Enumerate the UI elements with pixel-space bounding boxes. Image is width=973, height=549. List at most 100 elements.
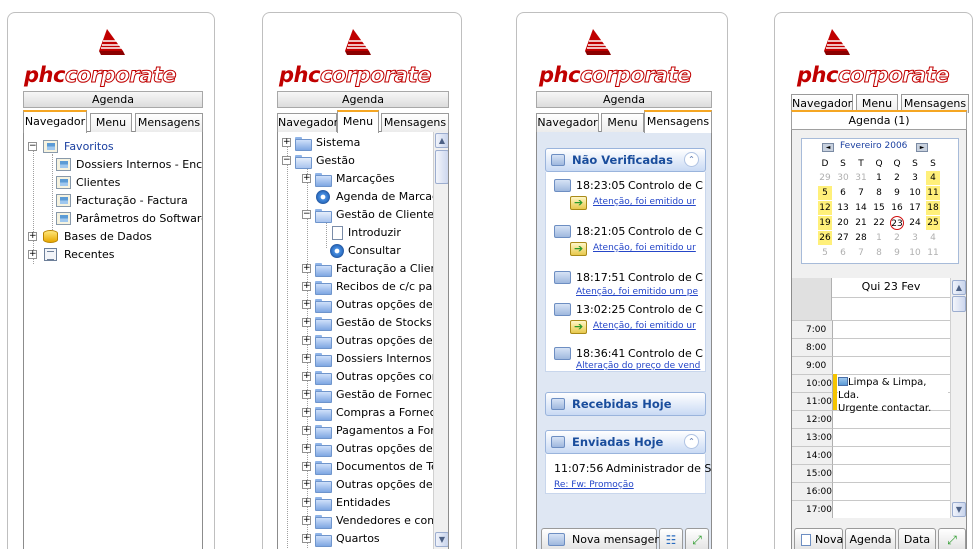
message-link[interactable]: Atenção, foi emitido ur bbox=[593, 197, 696, 207]
expand-icon[interactable]: + bbox=[302, 264, 311, 273]
calendar-day[interactable]: 16 bbox=[890, 201, 904, 215]
calendar-day[interactable]: 5 bbox=[818, 186, 832, 200]
expand-icon[interactable]: + bbox=[302, 480, 311, 489]
hour-slot[interactable] bbox=[832, 320, 950, 338]
tab-mensagens[interactable]: Mensagens bbox=[135, 113, 203, 132]
message-item[interactable]: 18:36:41 Controlo de C Alteração do preç… bbox=[546, 340, 705, 372]
tab-navegador[interactable]: Navegador bbox=[277, 113, 338, 132]
agenda-event[interactable]: Limpa & Limpa, Lda. Urgente contactar. bbox=[838, 376, 948, 414]
nova-mensagem-button[interactable]: Nova mensagem bbox=[541, 528, 665, 549]
expand-icon[interactable]: + bbox=[302, 462, 311, 471]
calendar-day[interactable]: 3 bbox=[908, 231, 922, 245]
vertical-scrollbar[interactable]: ▲ ▼ bbox=[950, 278, 966, 518]
expand-icon[interactable]: + bbox=[302, 300, 311, 309]
collapse-icon[interactable]: − bbox=[28, 142, 37, 151]
tab-mensagens[interactable]: Mensagens bbox=[644, 110, 712, 133]
calendar-day[interactable]: 7 bbox=[854, 186, 868, 200]
calendar-day[interactable]: 9 bbox=[890, 246, 904, 260]
calendar-day[interactable]: 22 bbox=[872, 216, 886, 230]
expand-icon[interactable]: + bbox=[302, 354, 311, 363]
scroll-up-button[interactable]: ▲ bbox=[952, 280, 966, 295]
agenda-bar[interactable]: Agenda bbox=[23, 91, 203, 108]
tab-navegador[interactable]: Navegador bbox=[536, 113, 599, 132]
expand-button[interactable]: ⤢ bbox=[685, 528, 709, 549]
tab-navegador[interactable]: Navegador bbox=[23, 110, 87, 133]
calendar-day[interactable]: 15 bbox=[872, 201, 886, 215]
calendar-day[interactable]: 2 bbox=[890, 171, 904, 185]
message-link[interactable]: Re: Fw: Promoção bbox=[554, 480, 634, 490]
calendar-day[interactable]: 7 bbox=[854, 246, 868, 260]
calendar-day[interactable]: 21 bbox=[854, 216, 868, 230]
calendar-day[interactable]: 4 bbox=[926, 231, 940, 245]
nao-verificadas-header[interactable]: Não Verificadas ⌃ bbox=[545, 148, 706, 172]
calendar-day[interactable]: 6 bbox=[836, 246, 850, 260]
message-link[interactable]: Alteração do preço de vend bbox=[576, 361, 700, 371]
agenda-bar[interactable]: Agenda bbox=[277, 91, 449, 108]
expand-icon[interactable]: + bbox=[282, 138, 291, 147]
scroll-up-button[interactable]: ▲ bbox=[435, 133, 448, 148]
recebidas-hoje-header[interactable]: Recebidas Hoje bbox=[545, 392, 706, 416]
tab-menu[interactable]: Menu bbox=[601, 113, 644, 132]
calendar-day[interactable]: 1 bbox=[872, 231, 886, 245]
calendar-day[interactable]: 23 bbox=[890, 216, 904, 230]
tab-menu[interactable]: Menu bbox=[337, 110, 379, 133]
message-item[interactable]: 13:02:25 Controlo de C Atenção, foi emit… bbox=[546, 296, 705, 334]
enviadas-hoje-header[interactable]: Enviadas Hoje ⌃ bbox=[545, 430, 706, 454]
nova-button[interactable]: Nova bbox=[794, 528, 843, 549]
calendar-day[interactable]: 26 bbox=[818, 231, 832, 245]
expand-icon[interactable]: + bbox=[28, 232, 37, 241]
expand-icon[interactable]: + bbox=[302, 534, 311, 543]
data-button[interactable]: Data bbox=[898, 528, 936, 549]
message-item[interactable]: 18:23:05 Controlo de C Atenção, foi emit… bbox=[546, 172, 705, 210]
expand-icon[interactable]: + bbox=[302, 372, 311, 381]
calendar-day[interactable]: 4 bbox=[926, 171, 940, 185]
calendar-day[interactable]: 2 bbox=[890, 231, 904, 245]
calendar-day[interactable]: 5 bbox=[818, 246, 832, 260]
calendar-day[interactable]: 6 bbox=[836, 186, 850, 200]
expand-icon[interactable]: + bbox=[302, 516, 311, 525]
hour-slot[interactable] bbox=[832, 482, 950, 500]
agenda-bar[interactable]: Agenda bbox=[536, 91, 712, 108]
tab-mensagens[interactable]: Mensagens bbox=[381, 113, 449, 132]
calendar-day[interactable]: 29 bbox=[818, 171, 832, 185]
message-item[interactable]: 18:17:51 Controlo de C Atenção, foi emit… bbox=[546, 264, 705, 298]
scroll-thumb[interactable] bbox=[952, 296, 966, 312]
message-item[interactable]: 18:21:05 Controlo de C Atenção, foi emit… bbox=[546, 218, 705, 256]
hour-slot[interactable] bbox=[832, 338, 950, 356]
calendar-day[interactable]: 31 bbox=[854, 171, 868, 185]
calendar-day[interactable]: 14 bbox=[854, 201, 868, 215]
calendar-day[interactable]: 1 bbox=[872, 171, 886, 185]
expand-icon[interactable]: + bbox=[302, 336, 311, 345]
calendar-day[interactable]: 3 bbox=[908, 171, 922, 185]
agenda-title-tab[interactable]: Agenda (1) bbox=[791, 110, 967, 130]
calendar-day[interactable]: 18 bbox=[926, 201, 940, 215]
expand-icon[interactable]: + bbox=[302, 390, 311, 399]
calendar-day[interactable]: 13 bbox=[836, 201, 850, 215]
hour-slot[interactable] bbox=[832, 356, 950, 374]
calendar-day[interactable]: 8 bbox=[872, 186, 886, 200]
expand-icon[interactable]: + bbox=[302, 174, 311, 183]
expand-icon[interactable]: + bbox=[302, 498, 311, 507]
collapse-chevron-icon[interactable]: ⌃ bbox=[684, 152, 699, 167]
expand-icon[interactable]: + bbox=[302, 444, 311, 453]
calendar-day[interactable]: 19 bbox=[818, 216, 832, 230]
scroll-down-button[interactable]: ▼ bbox=[952, 502, 966, 517]
hour-slot[interactable] bbox=[832, 464, 950, 482]
expand-icon[interactable]: + bbox=[302, 282, 311, 291]
calendar-day[interactable]: 10 bbox=[908, 186, 922, 200]
hour-slot[interactable] bbox=[832, 428, 950, 446]
tree-view-button[interactable]: ☷ bbox=[659, 528, 683, 549]
hour-slot[interactable] bbox=[832, 500, 950, 518]
agenda-button[interactable]: Agenda bbox=[845, 528, 896, 549]
calendar-day[interactable]: 11 bbox=[926, 246, 940, 260]
prev-month-button[interactable]: ◄ bbox=[822, 143, 834, 152]
hour-slot[interactable] bbox=[832, 446, 950, 464]
calendar-day[interactable]: 25 bbox=[926, 216, 940, 230]
expand-icon[interactable]: + bbox=[302, 318, 311, 327]
expand-button[interactable]: ⤢ bbox=[938, 528, 966, 549]
expand-icon[interactable]: + bbox=[28, 250, 37, 259]
calendar-day[interactable]: 30 bbox=[836, 171, 850, 185]
collapse-chevron-icon[interactable]: ⌃ bbox=[684, 434, 699, 449]
vertical-scrollbar[interactable]: ▲ ▼ bbox=[433, 132, 448, 549]
message-link[interactable]: Atenção, foi emitido ur bbox=[593, 243, 696, 253]
